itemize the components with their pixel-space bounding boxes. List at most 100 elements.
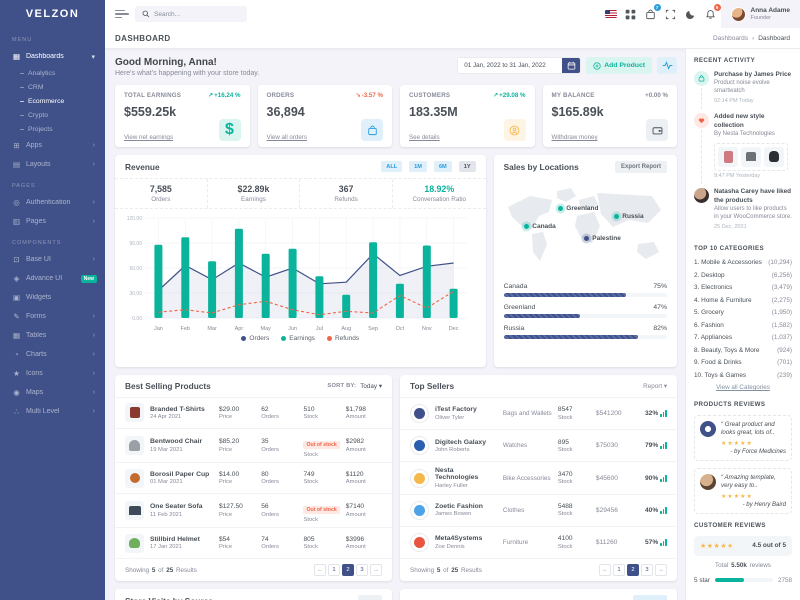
product-photo[interactable] — [741, 147, 761, 167]
language-flag-button[interactable] — [601, 4, 621, 24]
report-dropdown[interactable]: Report ▾ — [643, 383, 667, 390]
sidebar-item-advance-ui[interactable]: ◈ Advance UI New — [0, 269, 105, 288]
product-photo[interactable] — [764, 147, 784, 167]
top-categories-title: TOP 10 CATEGORIES — [694, 245, 792, 252]
sidebar-item-maps[interactable]: ◉ Maps › — [0, 383, 105, 402]
web-apps-button[interactable] — [621, 4, 641, 24]
filter-1m-button[interactable]: 1M — [409, 161, 427, 172]
brand-logo[interactable]: VELZON — [0, 0, 105, 28]
shopping-bag-icon — [361, 119, 383, 141]
view-net-earnings-link[interactable]: View net earnings — [124, 134, 173, 141]
product-row-stillbird-helmet[interactable]: Stillbird Helmet17 Jan 2021 $54Price 74O… — [115, 527, 392, 558]
chevron-down-icon: ▾ — [91, 53, 97, 61]
prev-page-button[interactable]: ← — [599, 564, 611, 576]
sidebar-item-forms[interactable]: ✎ Forms › — [0, 307, 105, 326]
legend-orders[interactable]: Orders — [241, 335, 269, 342]
product-photo[interactable] — [718, 147, 738, 167]
product-row-one-seater-sofa[interactable]: One Seater Sofa11 Feb 2021 $127.50Price … — [115, 493, 392, 528]
map-marker-russia: Russia — [614, 213, 643, 220]
rating-score: 4.5 out of 5 — [752, 542, 786, 549]
svg-text:Oct: Oct — [396, 326, 405, 332]
sidebar-nav: MENU ▦ Dashboards ▾ Analytics CRM Ecomme… — [0, 28, 105, 600]
page-3-button[interactable]: 3 — [356, 564, 368, 576]
page-2-button[interactable]: 2 — [342, 564, 354, 576]
legend-earnings[interactable]: Earnings — [281, 335, 315, 342]
search-input[interactable] — [154, 11, 239, 18]
user-menu[interactable]: Anna Adame Founder — [721, 0, 800, 28]
filter-6m-button[interactable]: 6M — [434, 161, 452, 172]
export-report-button[interactable]: Export Report — [615, 161, 667, 173]
sidebar-item-crypto[interactable]: Crypto — [0, 108, 105, 122]
sidebar-item-layouts[interactable]: ▤ Layouts › — [0, 155, 105, 174]
sidebar-item-multi-level[interactable]: ∴ Multi Level › — [0, 402, 105, 421]
view-all-orders-link[interactable]: View all orders — [267, 134, 307, 141]
sidebar-item-crm[interactable]: CRM — [0, 80, 105, 94]
trend-flat: +0.00 % — [645, 92, 668, 99]
page-1-button[interactable]: 1 — [613, 564, 625, 576]
add-product-button[interactable]: Add Product — [586, 57, 652, 74]
notifications-button[interactable]: 5 — [701, 4, 721, 24]
see-details-link[interactable]: See details — [409, 134, 440, 141]
category-row: 1. Mobile & Accessories(10,294) — [694, 259, 792, 266]
sidebar-item-dashboards[interactable]: ▦ Dashboards ▾ — [0, 47, 105, 66]
sidebar-item-ecommerce[interactable]: Ecommerce — [0, 94, 105, 108]
seller-row-zoetic-fashion[interactable]: Zoetic FashionJames Bowen Clothes 5488St… — [400, 494, 677, 526]
sidebar-item-pages[interactable]: ▥ Pages › — [0, 212, 105, 231]
sidebar-item-apps[interactable]: ⊞ Apps › — [0, 136, 105, 155]
pages-icon: ▥ — [12, 217, 21, 226]
store-visits-action[interactable] — [358, 595, 382, 600]
stat-card-orders: ORDERS ↘-3.57 % 36,894 View all orders — [258, 85, 393, 147]
best-selling-title: Best Selling Products — [125, 381, 323, 391]
sidebar-item-widgets[interactable]: ▣ Widgets — [0, 288, 105, 307]
base-ui-icon: ⊡ — [12, 255, 21, 264]
cart-button[interactable]: 7 — [641, 4, 661, 24]
dark-mode-button[interactable] — [681, 4, 701, 24]
sidebar-item-projects[interactable]: Projects — [0, 122, 105, 136]
breadcrumb-parent[interactable]: Dashboards — [713, 35, 748, 42]
next-page-button[interactable]: → — [370, 564, 382, 576]
review-card-henry-baird[interactable]: “ Amazing template, very easy to.. ★★★★★… — [694, 468, 792, 514]
progress-bar — [504, 335, 638, 339]
legend-refunds[interactable]: Refunds — [327, 335, 359, 342]
revenue-panel: Revenue ALL 1M 6M 1Y 7,585Orders $22.89k… — [115, 155, 486, 367]
next-page-button[interactable]: → — [655, 564, 667, 576]
bottom-right-action-button[interactable] — [633, 595, 667, 600]
sidebar-item-authentication[interactable]: ◎ Authentication › — [0, 193, 105, 212]
product-row-borosil-paper-cup[interactable]: Borosil Paper Cup01 Mar 2021 $14.00Price… — [115, 462, 392, 493]
dash-icon — [20, 101, 24, 102]
page-3-button[interactable]: 3 — [641, 564, 653, 576]
seller-row-nesta-technologies[interactable]: Nesta TechnologiesHarley Fuller Bike Acc… — [400, 461, 677, 493]
sidebar-item-icons[interactable]: ★ Icons › — [0, 364, 105, 383]
category-row: 5. Grocery(1,950) — [694, 309, 792, 316]
sidebar-item-tables[interactable]: ▦ Tables › — [0, 326, 105, 345]
date-range-input[interactable] — [458, 58, 562, 73]
svg-text:30.00: 30.00 — [129, 291, 142, 297]
category-row: 4. Home & Furniture(2,275) — [694, 297, 792, 304]
view-all-categories-link[interactable]: View all Categories — [694, 384, 792, 391]
filter-all-button[interactable]: ALL — [381, 161, 402, 172]
hamburger-menu-icon[interactable] — [115, 8, 129, 20]
withdraw-money-link[interactable]: Withdraw money — [552, 134, 598, 141]
chevron-right-icon: › — [93, 313, 97, 320]
product-row-branded-t-shirts[interactable]: Branded T-Shirts24 Apr 2021 $29.00Price … — [115, 397, 392, 428]
review-card-force-medicines[interactable]: “ Great product and looks great, lots of… — [694, 415, 792, 461]
seller-row-itest-factory[interactable]: iTest FactoryOliver Tyler Bags and Walle… — [400, 397, 677, 429]
chevron-right-icon: › — [93, 218, 97, 225]
orders-count: 7,585 — [117, 184, 205, 194]
filter-1y-button[interactable]: 1Y — [459, 161, 476, 172]
fullscreen-button[interactable] — [661, 4, 681, 24]
rating-stars: ★★★★★ — [721, 440, 786, 447]
calendar-button[interactable] — [562, 58, 580, 73]
sidebar-item-analytics[interactable]: Analytics — [0, 66, 105, 80]
product-row-bentwood-chair[interactable]: Bentwood Chair19 Mar 2021 $85.20Price 35… — [115, 428, 392, 463]
prev-page-button[interactable]: ← — [314, 564, 326, 576]
sidebar-item-base-ui[interactable]: ⊡ Base UI › — [0, 250, 105, 269]
page-1-button[interactable]: 1 — [328, 564, 340, 576]
activity-shortcut-button[interactable] — [657, 57, 677, 74]
seller-row-digitech-galaxy[interactable]: Digitech GalaxyJohn Roberts Watches 895S… — [400, 429, 677, 461]
half-star-icon: ★ — [727, 543, 734, 550]
seller-row-meta4systems[interactable]: Meta4SystemsZoe Dennis Furniture 4100Sto… — [400, 526, 677, 558]
page-2-button[interactable]: 2 — [627, 564, 639, 576]
sort-by-dropdown[interactable]: Today ▾ — [360, 383, 382, 390]
sidebar-item-charts[interactable]: ◔ Charts › — [0, 345, 105, 364]
